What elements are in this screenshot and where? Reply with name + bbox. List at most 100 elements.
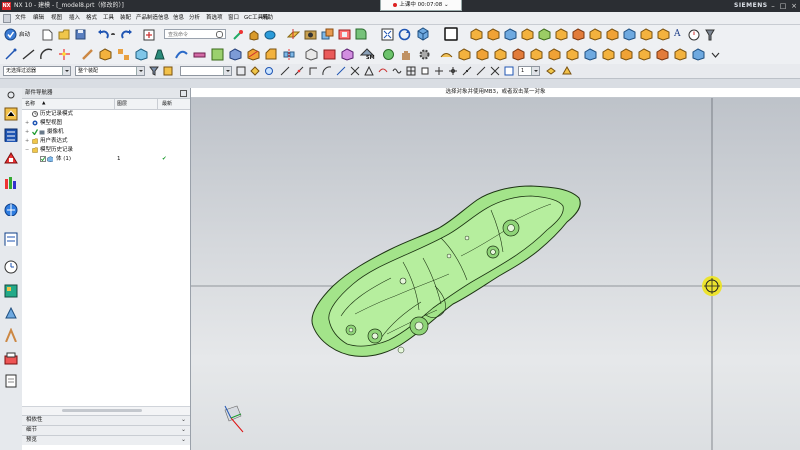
trim-body-icon[interactable] <box>229 48 242 61</box>
select-all-icon[interactable] <box>163 66 173 76</box>
surface-1-icon[interactable] <box>440 48 453 61</box>
part-hole-4[interactable] <box>446 253 452 259</box>
chamfer-icon[interactable] <box>265 48 278 61</box>
menu-info[interactable]: 信息 <box>173 15 184 21</box>
selection-scope-select[interactable]: 整个装配 <box>75 66 145 76</box>
cube-tool-8-icon[interactable] <box>589 28 602 41</box>
part-hole-5[interactable] <box>464 235 470 241</box>
snap-face-point-icon[interactable] <box>490 66 500 76</box>
section-dependencies[interactable]: 相依性 ⌄ <box>22 415 190 425</box>
cube-tool-4-icon[interactable] <box>521 28 534 41</box>
surface-12-icon[interactable] <box>638 48 651 61</box>
cube-tool-9-icon[interactable] <box>606 28 619 41</box>
snap-quadrant-icon[interactable] <box>308 66 318 76</box>
surface-14-icon[interactable] <box>674 48 687 61</box>
cube-tool-1-icon[interactable] <box>470 28 483 41</box>
snap-tangent-icon[interactable] <box>336 66 346 76</box>
snap-control-icon[interactable] <box>462 66 472 76</box>
column-name[interactable]: 名称 <box>25 101 35 107</box>
cube-tool-6-icon[interactable] <box>555 28 568 41</box>
hd3d-tools-icon[interactable] <box>4 176 18 190</box>
menu-window[interactable]: 窗口 <box>228 15 239 21</box>
tree-row-cameras[interactable]: + 摄像机 <box>22 128 190 137</box>
split-body-icon[interactable] <box>247 48 260 61</box>
reuse-library-icon[interactable] <box>4 151 18 165</box>
delete-face-icon[interactable] <box>323 48 336 61</box>
column-layer[interactable]: 图层 <box>117 101 127 107</box>
document-icon[interactable] <box>4 374 18 388</box>
menu-view[interactable]: 视图 <box>51 15 62 21</box>
surface-5-icon[interactable] <box>512 48 525 61</box>
rotate-view-icon[interactable] <box>398 28 411 41</box>
snap-arc-icon[interactable] <box>322 66 332 76</box>
start-icon[interactable] <box>4 28 17 41</box>
surface-4-icon[interactable] <box>494 48 507 61</box>
pattern-icon[interactable] <box>117 48 130 61</box>
surface-2-icon[interactable] <box>458 48 471 61</box>
snap-mode-icon[interactable] <box>504 66 514 76</box>
maximize-panel-icon[interactable] <box>180 90 187 97</box>
print-icon[interactable] <box>4 352 18 366</box>
assembly-navigator-icon[interactable] <box>4 107 18 121</box>
surface-7-icon[interactable] <box>548 48 561 61</box>
start-button[interactable]: 启动 <box>19 31 30 39</box>
checkbox-icon[interactable] <box>40 156 46 162</box>
sweep-icon[interactable] <box>175 48 188 61</box>
text-a-button[interactable]: A <box>674 29 681 39</box>
menu-analysis[interactable]: 分析 <box>189 15 200 21</box>
cube-tool-3-icon[interactable] <box>504 28 517 41</box>
tree-row-model-history[interactable]: − 模型历史记录 <box>22 146 190 155</box>
maximize-button[interactable]: □ <box>778 1 788 11</box>
command-finder-icon[interactable] <box>143 29 155 41</box>
move-face-icon[interactable] <box>341 48 354 61</box>
tree-row-history-mode[interactable]: 历史记录模式 <box>22 110 190 119</box>
surface-6-icon[interactable] <box>530 48 543 61</box>
datum-axis-icon[interactable] <box>81 48 94 61</box>
expand-icon[interactable]: + <box>25 121 30 126</box>
show-hide-icon[interactable] <box>562 66 572 76</box>
snap-point-icon[interactable] <box>250 66 260 76</box>
sort-arrow-icon[interactable]: ▲ <box>42 101 45 107</box>
menu-edit[interactable]: 编辑 <box>33 15 44 21</box>
snap-spline-icon[interactable] <box>392 66 402 76</box>
cube-tool-2-icon[interactable] <box>487 28 500 41</box>
role-icon[interactable] <box>4 306 18 320</box>
layer-icon[interactable] <box>546 66 556 76</box>
surface-13-icon[interactable] <box>656 48 669 61</box>
minimize-button[interactable]: – <box>768 1 778 11</box>
undo-icon[interactable] <box>97 29 109 40</box>
snap-center-icon[interactable] <box>264 66 274 76</box>
surface-11-icon[interactable] <box>620 48 633 61</box>
datum-plane-icon[interactable] <box>287 28 300 41</box>
cube-tool-5-icon[interactable] <box>538 28 551 41</box>
tree-row-body[interactable]: 体 (1) 1 ✔ <box>22 155 190 164</box>
surface-15-icon[interactable] <box>692 48 705 61</box>
gear-icon[interactable] <box>418 48 431 61</box>
sketch-icon[interactable] <box>232 29 244 41</box>
snap-line-icon[interactable] <box>280 66 290 76</box>
save-icon[interactable] <box>75 29 86 40</box>
web-browser-icon[interactable] <box>4 202 18 216</box>
menu-tools[interactable]: 工具 <box>103 15 114 21</box>
pin-icon[interactable] <box>704 28 716 41</box>
close-button[interactable]: × <box>789 1 799 11</box>
mirror-icon[interactable] <box>283 48 296 61</box>
snap-select[interactable] <box>180 66 232 76</box>
blend-icon[interactable] <box>355 28 368 41</box>
filter-icon[interactable] <box>149 66 159 76</box>
column-separator[interactable] <box>157 99 158 109</box>
command-search-input[interactable]: 查找命令 <box>164 29 226 39</box>
hand-icon[interactable] <box>400 48 413 61</box>
graphics-window[interactable]: 选择对象并使用MB3，或者双击某一对象 <box>191 88 800 450</box>
surface-9-icon[interactable] <box>584 48 597 61</box>
part-hole-8[interactable] <box>348 327 354 333</box>
collapse-icon[interactable]: − <box>25 148 30 153</box>
redo-icon[interactable] <box>121 29 133 40</box>
thicken-icon[interactable] <box>193 48 206 61</box>
part-hole-9[interactable] <box>397 346 405 354</box>
menu-file[interactable]: 文件 <box>15 15 26 21</box>
menu-assembly[interactable]: 装配 <box>120 15 131 21</box>
undo-dropdown-icon[interactable] <box>111 33 115 38</box>
expand-icon[interactable]: + <box>25 139 30 144</box>
snap-pole-icon[interactable] <box>476 66 486 76</box>
